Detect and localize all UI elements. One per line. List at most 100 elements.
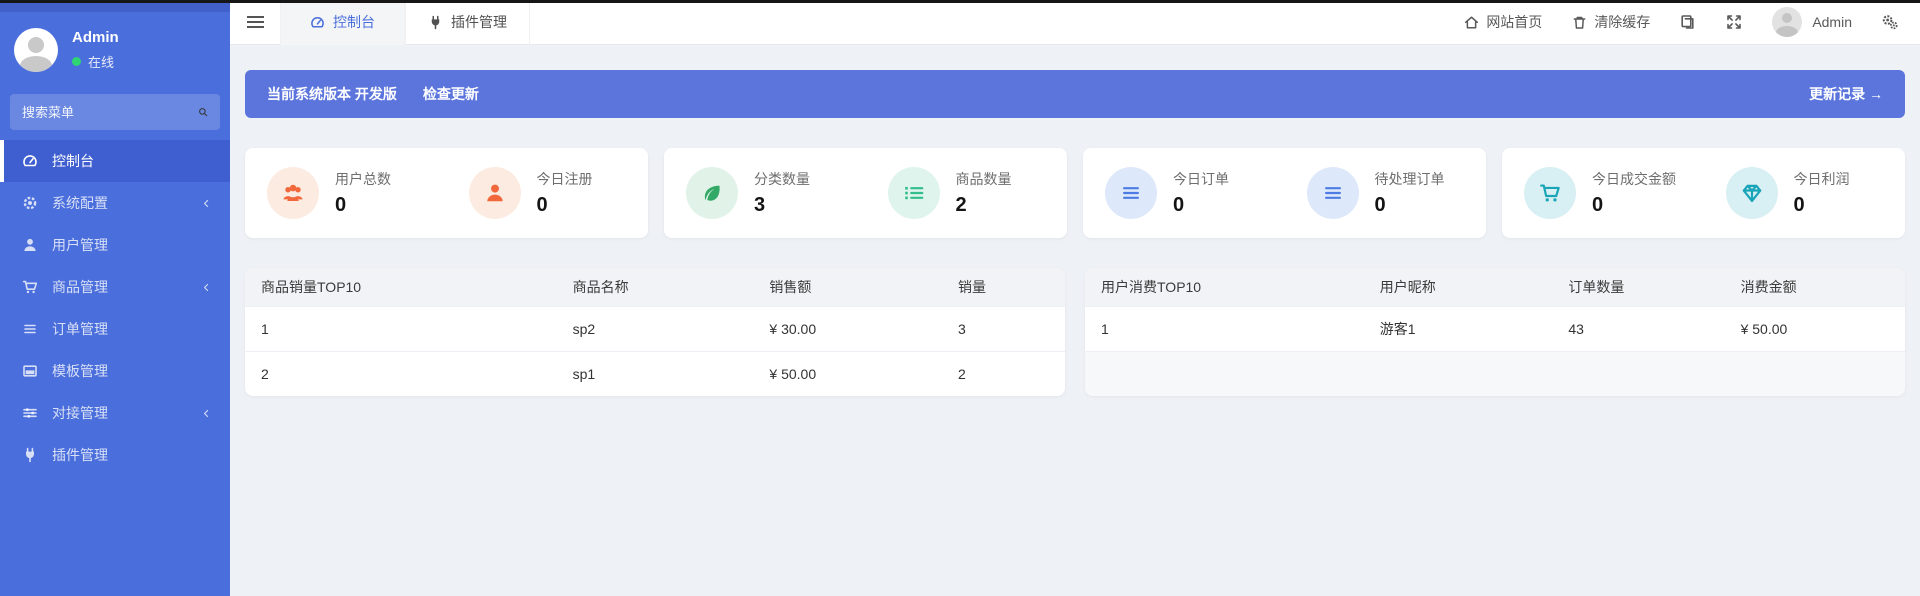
table-cell: 1 xyxy=(245,305,557,351)
dashboard-content: 当前系统版本 开发版 检查更新 更新记录 → 用户总数 0 今日注册 0 分类数… xyxy=(230,45,1920,596)
product-sales-top10-table: 商品销量TOP10 商品名称 销售额 销量 1 sp2 ¥ 30.00 3 2 … xyxy=(245,268,1065,396)
sidebar-item-template-management[interactable]: 模板管理 xyxy=(0,350,230,392)
table-header-row: 用户消费TOP10 用户昵称 订单数量 消费金额 xyxy=(1085,268,1905,306)
navbar-right: 网站首页 清除缓存 Admin xyxy=(1464,7,1920,37)
check-update-link[interactable]: 检查更新 xyxy=(423,84,479,104)
sidebar-item-dashboard[interactable]: 控制台 xyxy=(0,140,230,182)
trash-icon xyxy=(1573,16,1586,29)
template-icon xyxy=(22,363,38,379)
stat-total-users: 用户总数 0 xyxy=(245,167,447,219)
stat-value: 0 xyxy=(1173,194,1185,216)
column-header: 用户昵称 xyxy=(1363,268,1553,306)
user-consumption-top10-table: 用户消费TOP10 用户昵称 订单数量 消费金额 1 游客1 43 ¥ 50.0… xyxy=(1085,268,1905,396)
table-cell: 2 xyxy=(245,350,557,396)
column-header: 商品名称 xyxy=(556,268,754,306)
sidebar-item-label: 用户管理 xyxy=(52,237,108,253)
window-top-edge xyxy=(0,0,1920,3)
profile-name: Admin xyxy=(72,29,119,46)
sidebar-item-order-management[interactable]: 订单管理 xyxy=(0,308,230,350)
sidebar-item-plugin-management[interactable]: 插件管理 xyxy=(0,434,230,476)
sidebar-item-product-management[interactable]: 商品管理 xyxy=(0,266,230,308)
tab-dashboard[interactable]: 控制台 xyxy=(280,0,405,45)
dashboard-icon xyxy=(22,153,38,169)
sidebar-item-label: 商品管理 xyxy=(52,279,108,295)
cart-icon xyxy=(22,279,38,295)
stat-value: 0 xyxy=(335,194,347,216)
stat-card-orders: 今日订单 0 待处理订单 0 xyxy=(1083,148,1486,238)
online-status-dot xyxy=(72,57,81,66)
column-header: 销售额 xyxy=(753,268,942,306)
table-cell: 43 xyxy=(1552,305,1725,351)
tab-label: 插件管理 xyxy=(451,14,507,30)
stat-card-users: 用户总数 0 今日注册 0 xyxy=(245,148,648,238)
table-cell: 1 xyxy=(1085,305,1364,351)
stat-label: 今日成交金额 xyxy=(1592,171,1676,187)
stat-label: 分类数量 xyxy=(754,171,810,187)
home-icon xyxy=(1465,16,1479,28)
menu-search[interactable] xyxy=(10,94,220,130)
clear-cache-label: 清除缓存 xyxy=(1594,14,1651,30)
tables-row: 商品销量TOP10 商品名称 销售额 销量 1 sp2 ¥ 30.00 3 2 … xyxy=(245,268,1905,396)
plug-icon xyxy=(431,15,440,29)
menu-search-input[interactable] xyxy=(22,104,198,120)
sidebar-item-label: 系统配置 xyxy=(52,195,108,211)
stat-pending-orders: 待处理订单 0 xyxy=(1285,167,1487,219)
site-home-link[interactable]: 网站首页 xyxy=(1464,12,1542,32)
stat-value: 0 xyxy=(536,194,548,216)
plug-icon xyxy=(22,447,38,463)
version-text: 当前系统版本 开发版 xyxy=(267,86,397,102)
page-tabs: 控制台 插件管理 xyxy=(280,0,530,45)
sidebar-item-integration-management[interactable]: 对接管理 xyxy=(0,392,230,434)
column-header: 订单数量 xyxy=(1552,268,1725,306)
column-header: 消费金额 xyxy=(1724,268,1905,306)
cogs-icon xyxy=(1882,15,1898,30)
stat-today-registered: 今日注册 0 xyxy=(447,167,649,219)
clear-cache-button[interactable]: 清除缓存 xyxy=(1572,12,1650,32)
table-row-empty xyxy=(1085,350,1905,396)
table-cell: sp1 xyxy=(556,350,754,396)
table-cell: 2 xyxy=(941,350,1065,396)
dashboard-icon xyxy=(311,16,324,27)
username-label: Admin xyxy=(1812,14,1852,30)
search-icon[interactable] xyxy=(198,105,208,119)
site-home-label: 网站首页 xyxy=(1486,14,1543,30)
table-cell: 3 xyxy=(941,305,1065,351)
stat-card-catalog: 分类数量 3 商品数量 2 xyxy=(664,148,1067,238)
fullscreen-icon xyxy=(1727,15,1742,29)
sidebar: Admin 在线 控制台 系统配置 用户管理 商品管理 xyxy=(0,0,230,596)
tab-plugin-management[interactable]: 插件管理 xyxy=(405,0,530,45)
sidebar-item-user-management[interactable]: 用户管理 xyxy=(0,224,230,266)
stat-label: 今日订单 xyxy=(1173,171,1229,187)
table-cell: ¥ 30.00 xyxy=(753,305,942,351)
sidebar-profile[interactable]: Admin 在线 xyxy=(0,12,230,90)
stat-label: 用户总数 xyxy=(335,171,391,187)
chevron-left-icon xyxy=(201,408,212,419)
online-status-label: 在线 xyxy=(88,55,115,70)
stat-value: 0 xyxy=(1793,194,1805,216)
column-header: 销量 xyxy=(941,268,1065,306)
sidebar-item-label: 模板管理 xyxy=(52,363,108,379)
table-cell xyxy=(1724,350,1905,396)
main-area: 控制台 插件管理 网站首页 清除缓存 Admin 当前系统版本 开发版 检查更新… xyxy=(230,0,1920,596)
settings-button[interactable] xyxy=(1882,14,1898,30)
table-row: 1 游客1 43 ¥ 50.00 xyxy=(1085,305,1905,351)
stat-label: 今日注册 xyxy=(536,171,593,187)
version-banner: 当前系统版本 开发版 检查更新 更新记录 → xyxy=(245,70,1905,118)
stat-value: 0 xyxy=(1592,194,1604,216)
sliders-icon xyxy=(22,405,38,421)
bars-icon xyxy=(1105,167,1157,219)
gear-icon xyxy=(22,195,38,211)
table-row: 1 sp2 ¥ 30.00 3 xyxy=(245,305,1065,351)
update-log-link[interactable]: 更新记录 → xyxy=(1809,84,1883,104)
sidebar-item-system-config[interactable]: 系统配置 xyxy=(0,182,230,224)
stat-today-profit: 今日利润 0 xyxy=(1704,167,1906,219)
user-icon xyxy=(468,167,521,219)
user-menu[interactable]: Admin xyxy=(1772,7,1852,37)
hamburger-menu-icon[interactable] xyxy=(230,0,280,45)
language-button[interactable] xyxy=(1680,14,1696,30)
stat-label: 今日利润 xyxy=(1793,171,1850,187)
sidebar-menu: 控制台 系统配置 用户管理 商品管理 订单管理 模板管理 对接管理 插件管理 xyxy=(0,140,230,476)
chevron-left-icon xyxy=(201,282,212,293)
table-cell xyxy=(1552,350,1725,396)
fullscreen-button[interactable] xyxy=(1726,14,1742,30)
